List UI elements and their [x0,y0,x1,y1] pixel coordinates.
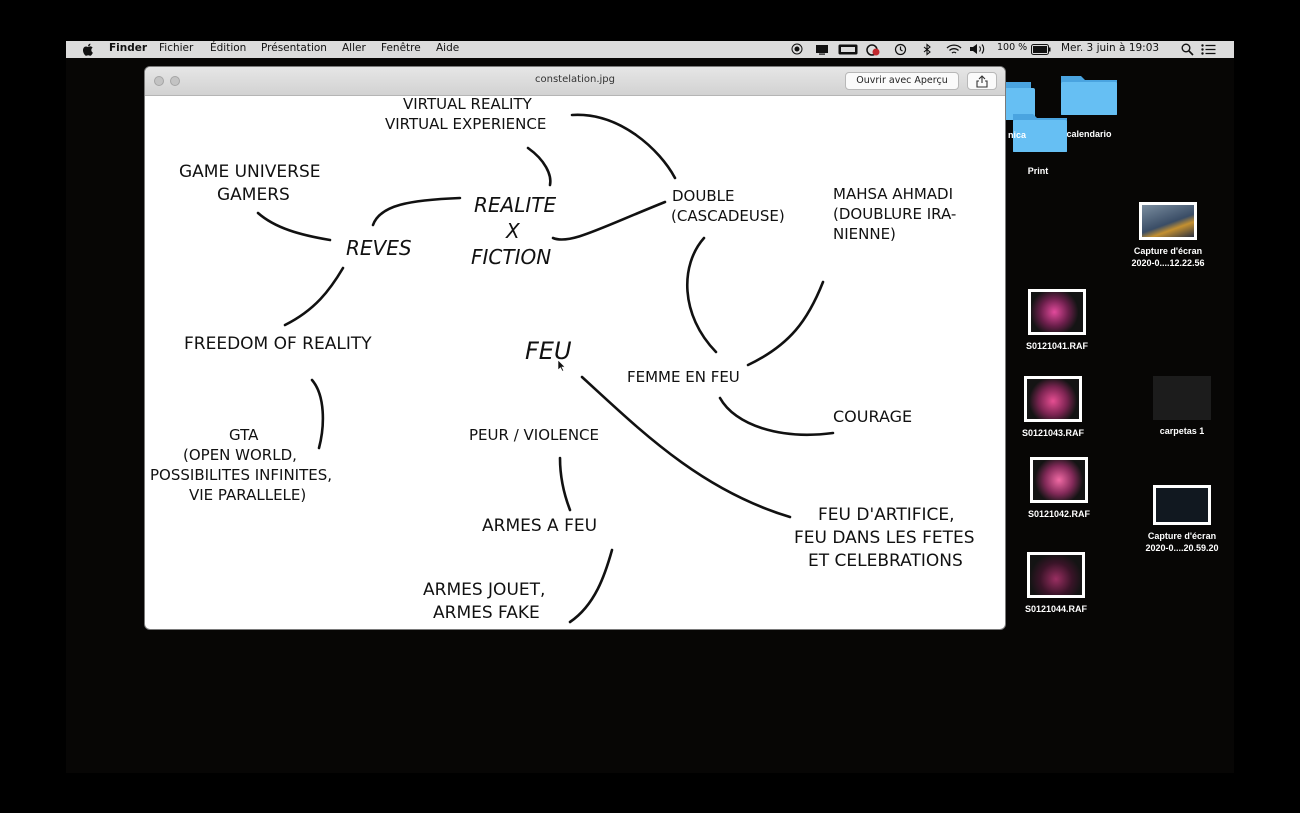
word-freedom-of-reality: FREEDOM OF REALITY [184,334,372,354]
volume-icon[interactable] [969,43,986,55]
folder-nica-label: nica [1008,130,1027,140]
file-s0121042[interactable]: S0121042.RAF [994,457,1124,521]
word-possibilites-infinites: POSSIBILITES INFINITES, [150,466,333,484]
word-armes-a-feu: ARMES A FEU [482,516,598,536]
menu-app-name[interactable]: Finder [109,42,147,54]
menu-bar: Finder Fichier Édition Présentation Alle… [66,41,1234,58]
word-double: DOUBLE [672,187,735,205]
battery-percent[interactable]: 100 % [997,42,1027,53]
menu-clock[interactable]: Mer. 3 juin à 19:03 [1061,42,1159,54]
spotlight-search-icon[interactable] [1181,43,1194,56]
apple-icon[interactable] [83,43,94,56]
word-gta: GTA [229,426,259,444]
battery-icon[interactable] [1031,44,1051,55]
folder-calendario[interactable] [1060,70,1118,121]
menu-edition[interactable]: Édition [210,42,246,54]
menu-fichier[interactable]: Fichier [159,42,193,54]
file-s0121043[interactable]: S0121043.RAF [988,376,1118,440]
battery-app-icon[interactable] [838,44,858,55]
screenshot-thumbnail [1139,202,1197,240]
word-virtual-experience: VIRTUAL EXPERIENCE [385,115,547,133]
word-vie-parallele: VIE PARALLELE) [189,486,307,504]
word-et-celebrations: ET CELEBRATIONS [808,551,963,571]
menu-presentation[interactable]: Présentation [261,42,327,54]
photo-thumbnail [1028,289,1086,335]
word-cascadeuse: (CASCADEUSE) [671,207,785,225]
file-screenshot-2[interactable]: Capture d'écran 2020-0....20.59.20 [1117,485,1247,554]
display-icon[interactable] [815,44,829,55]
screenshot-thumbnail [1153,485,1211,525]
record-icon[interactable] [791,43,803,55]
folder-icon [1061,76,1117,115]
word-courage: COURAGE [833,407,913,426]
photo-thumbnail [1027,552,1085,598]
mouse-cursor-icon [557,359,566,372]
folder-preview-thumbnail [1153,376,1211,420]
photo-thumbnail [1030,457,1088,503]
word-feu-dans-les-fetes: FEU DANS LES FETES [794,528,975,548]
word-open-world: (OPEN WORLD, [183,446,297,464]
word-realite: REALITE [474,193,557,217]
word-virtual-reality: VIRTUAL REALITY [403,95,532,113]
notification-center-icon[interactable] [1201,44,1216,55]
file-s0121041[interactable]: S0121041.RAF [992,289,1122,353]
time-machine-icon[interactable] [894,43,907,56]
word-reves: REVES [346,236,412,260]
cc-status-icon[interactable] [865,43,880,56]
word-peur-violence: PEUR / VIOLENCE [469,426,600,444]
file-carpetas-1[interactable]: carpetas 1 [1117,376,1247,438]
word-gamers: GAMERS [217,185,290,205]
word-game-universe: GAME UNIVERSE [179,162,321,182]
word-armes-fake: ARMES FAKE [433,603,540,623]
folder-print-label: Print [1027,166,1049,176]
word-armes-jouet: ARMES JOUET, [423,580,546,600]
wifi-icon[interactable] [946,43,962,55]
word-nienne: NIENNE) [833,225,896,243]
menu-fenetre[interactable]: Fenêtre [381,42,421,54]
word-mahsa-ahmadi: MAHSA AHMADI [833,185,954,203]
file-s0121044[interactable]: S0121044.RAF [991,552,1121,616]
photo-thumbnail [1024,376,1082,422]
menu-aide[interactable]: Aide [436,42,459,54]
word-x: X [506,219,520,243]
word-doublure-ira: (DOUBLURE IRA- [833,205,957,223]
word-fiction: FICTION [471,245,552,269]
file-screenshot-1[interactable]: Capture d'écran 2020-0....12.22.56 [1103,202,1233,269]
bluetooth-icon[interactable] [923,43,932,56]
word-feu-dartifice: FEU D'ARTIFICE, [818,505,955,525]
word-femme-en-feu: FEMME EN FEU [627,368,740,386]
menu-aller[interactable]: Aller [342,42,366,54]
quicklook-window: constelation.jpg Ouvrir avec Aperçu VIRT… [145,67,1005,629]
